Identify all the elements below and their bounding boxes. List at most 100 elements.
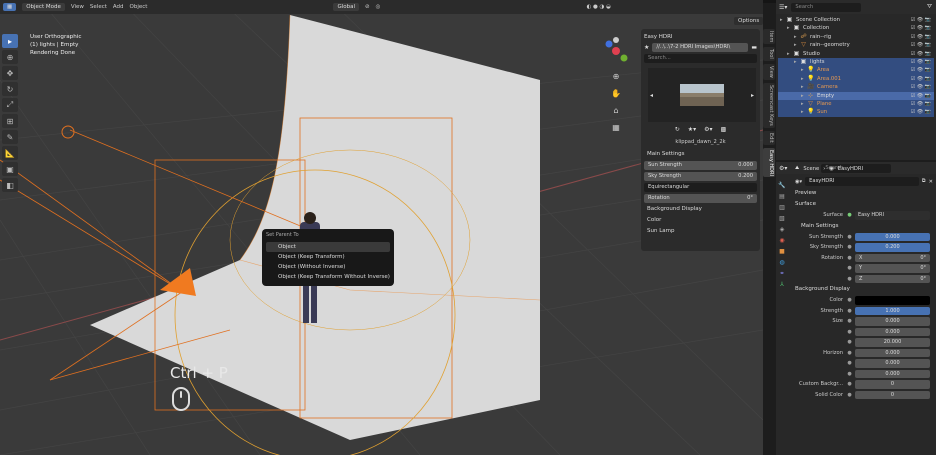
- star-icon[interactable]: ★: [644, 44, 649, 51]
- property-field[interactable]: 0.000: [855, 327, 930, 336]
- sky-strength-field[interactable]: Sky Strength 0.200: [644, 172, 757, 181]
- preview-header[interactable]: Preview: [791, 188, 936, 199]
- axis-gizmo-icon[interactable]: [601, 36, 631, 66]
- socket-dot-icon[interactable]: ●: [847, 350, 852, 356]
- property-field[interactable]: 0.000: [855, 369, 930, 378]
- world-tab-icon[interactable]: ◉: [779, 237, 784, 244]
- outliner-row[interactable]: ▸ ☍ rain--rig ☑ 👁 📷: [778, 33, 934, 41]
- snap-icon[interactable]: ⊘: [365, 4, 370, 10]
- socket-dot-icon[interactable]: ●: [847, 329, 852, 335]
- favorite-icon[interactable]: ★▾: [688, 126, 696, 133]
- shading-icons[interactable]: ◐ ● ◑ ◒: [586, 4, 610, 10]
- cursor-tool-icon[interactable]: ⊕: [2, 50, 18, 64]
- transform-tool-icon[interactable]: ⊞: [2, 114, 18, 128]
- render-tab-icon[interactable]: ▤: [779, 193, 785, 200]
- outliner-editor-icon[interactable]: ☰▾: [779, 4, 787, 11]
- tab-easy-hdri[interactable]: Easy HDRI: [763, 147, 775, 178]
- tab-item[interactable]: Item: [763, 29, 775, 45]
- property-field[interactable]: 0: [855, 390, 930, 399]
- object-mode-dropdown[interactable]: Object Mode: [22, 3, 65, 11]
- object-tab-icon[interactable]: ■: [779, 248, 785, 255]
- visibility-toggle-icons[interactable]: ☑ 👁 📷: [911, 100, 931, 108]
- property-field[interactable]: 0.000: [855, 348, 930, 357]
- visibility-toggle-icons[interactable]: ☑ 👁 📷: [911, 92, 931, 100]
- move-tool-icon[interactable]: ✥: [2, 66, 18, 80]
- add-object-icon[interactable]: ◧: [2, 178, 18, 192]
- filter-icon[interactable]: ⛛: [927, 3, 936, 11]
- property-field[interactable]: Y 0°: [855, 264, 930, 273]
- property-field[interactable]: 0: [855, 380, 930, 389]
- world-browse-icon[interactable]: ◉▾: [795, 179, 802, 185]
- unlink-icon[interactable]: ✕: [926, 179, 936, 185]
- ortho-grid-icon[interactable]: ▦: [610, 122, 622, 134]
- physics-tab-icon[interactable]: ◍: [779, 259, 784, 266]
- property-field[interactable]: 0.200: [855, 243, 930, 252]
- visibility-toggle-icons[interactable]: ☑ 👁 📷: [911, 83, 931, 91]
- outliner-row[interactable]: ▸ ▣ Collection ☑ 👁 📷: [778, 24, 934, 32]
- property-field[interactable]: 0.000: [855, 359, 930, 368]
- visibility-toggle-icons[interactable]: ☑ 👁 📷: [911, 41, 931, 49]
- output-tab-icon[interactable]: ▥: [779, 204, 785, 211]
- data-tab-icon[interactable]: ⅄: [780, 281, 784, 288]
- camera-view-icon[interactable]: ⌂: [610, 105, 622, 117]
- color-header[interactable]: Color: [644, 215, 757, 226]
- main-settings-header[interactable]: Main Settings: [644, 149, 757, 160]
- tool-tab-icon[interactable]: 🔧: [778, 182, 785, 189]
- property-field[interactable]: 0.000: [855, 317, 930, 326]
- annotate-tool-icon[interactable]: ✎: [2, 130, 18, 144]
- socket-dot-icon[interactable]: ●: [847, 234, 852, 240]
- background-display-subheader[interactable]: Background Display: [791, 284, 936, 295]
- projection-dropdown[interactable]: Equirectangular: [644, 183, 757, 192]
- rotate-tool-icon[interactable]: ↻: [2, 82, 18, 96]
- visibility-toggle-icons[interactable]: ☑ 👁 📷: [911, 50, 931, 58]
- properties-editor-icon[interactable]: ⚙▾: [779, 165, 787, 172]
- outliner-row[interactable]: ▸ ▣ Studio ☑ 👁 📷: [778, 50, 934, 58]
- socket-dot-icon[interactable]: ●: [847, 360, 852, 366]
- socket-dot-icon[interactable]: ●: [847, 318, 852, 324]
- outliner-row[interactable]: ▸ ▽ Plane ☑ 👁 📷: [778, 99, 934, 109]
- outliner-row[interactable]: ▸ ▣ Scene Collection ☑ 👁 📷: [778, 16, 934, 24]
- tab-view[interactable]: View: [763, 64, 775, 80]
- outliner-row[interactable]: ▸ ▽ rain--geometry ☑ 👁 📷: [778, 41, 934, 49]
- socket-dot-icon[interactable]: ●: [847, 255, 852, 261]
- socket-dot-icon[interactable]: ●: [847, 371, 852, 377]
- socket-dot-icon[interactable]: ●: [847, 392, 852, 398]
- world-name-field[interactable]: EasyHDRI: [805, 177, 919, 186]
- parent-object-item[interactable]: Object: [266, 242, 390, 252]
- socket-dot-icon[interactable]: ●: [847, 339, 852, 345]
- prev-arrow-icon[interactable]: ◂: [650, 92, 653, 99]
- zoom-icon[interactable]: ⊕: [610, 71, 622, 83]
- socket-dot-icon[interactable]: ●: [847, 308, 852, 314]
- tab-edit[interactable]: Edit: [763, 130, 775, 145]
- outliner-row[interactable]: ▸ 🎥 Camera ☑ 👁 📷: [778, 83, 934, 92]
- editor-type-button[interactable]: ▦: [3, 3, 17, 11]
- visibility-toggle-icons[interactable]: ☑ 👁 📷: [911, 16, 931, 24]
- property-field[interactable]: 20.000: [855, 338, 930, 347]
- menu-add[interactable]: Add: [113, 4, 124, 10]
- outliner-row[interactable]: ▸ 💡 Area ☑ 👁 📷: [778, 66, 934, 75]
- hdri-thumbnail[interactable]: [680, 84, 724, 106]
- parent-keep-transform-without-inverse-item[interactable]: Object (Keep Transform Without Inverse): [266, 272, 390, 282]
- socket-dot-icon[interactable]: ●: [847, 265, 852, 271]
- socket-dot-icon[interactable]: ●: [847, 297, 852, 303]
- measure-tool-icon[interactable]: 📐: [2, 146, 18, 160]
- rotation-field[interactable]: Rotation 0°: [644, 194, 757, 203]
- menu-view[interactable]: View: [71, 4, 84, 10]
- tab-tool[interactable]: Tool: [763, 47, 775, 62]
- visibility-toggle-icons[interactable]: ☑ 👁 📷: [911, 66, 931, 74]
- visibility-toggle-icons[interactable]: ☑ 👁 📷: [911, 58, 931, 66]
- 3d-viewport[interactable]: ▦ Object Mode View Select Add Object Glo…: [0, 0, 763, 455]
- background-display-header[interactable]: Background Display: [644, 204, 757, 215]
- scene-tab-icon[interactable]: ◈: [780, 226, 785, 233]
- tab-screencast-keys[interactable]: Screencast Keys: [763, 82, 775, 128]
- grid-icon[interactable]: ▩: [721, 126, 727, 133]
- surface-header[interactable]: Surface: [791, 199, 936, 210]
- visibility-toggle-icons[interactable]: ☑ 👁 📷: [911, 33, 931, 41]
- sun-strength-field[interactable]: Sun Strength 0.000: [644, 161, 757, 170]
- scale-tool-icon[interactable]: ⤢: [2, 98, 18, 112]
- transform-orientation-dropdown[interactable]: Global: [333, 3, 360, 11]
- property-field[interactable]: 0.000: [855, 232, 930, 241]
- menu-object[interactable]: Object: [130, 4, 148, 10]
- property-field[interactable]: X 0°: [855, 253, 930, 262]
- outliner-search-input[interactable]: Search: [791, 2, 862, 12]
